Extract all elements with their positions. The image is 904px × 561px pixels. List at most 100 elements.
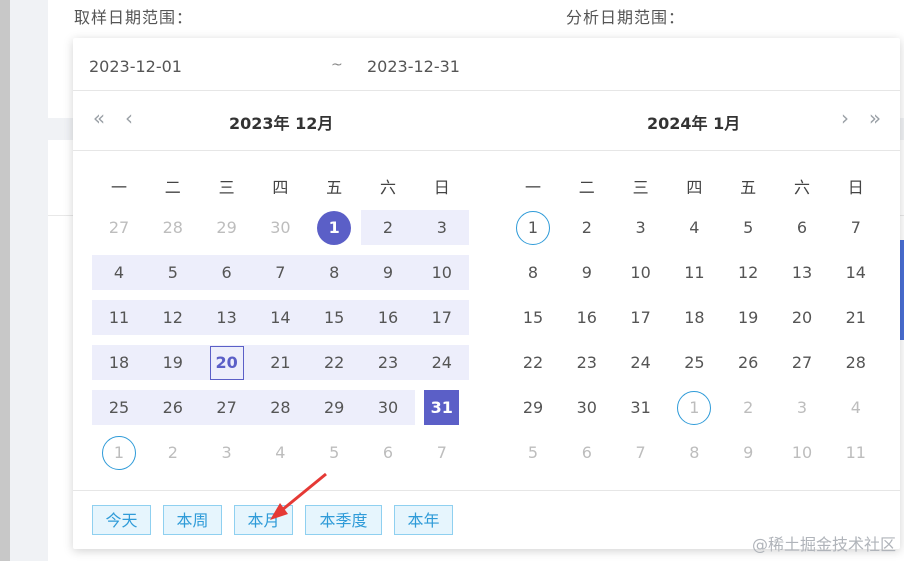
calendar-day[interactable]: 27 [200,390,254,425]
range-input[interactable]: 2023-12-01 ~ 2023-12-31 [73,38,900,91]
calendar-day[interactable]: 18 [92,345,146,380]
calendar-day[interactable]: 29 [506,390,560,425]
calendar-day[interactable]: 12 [146,300,200,335]
calendar-day[interactable]: 16 [560,300,614,335]
calendar-day[interactable]: 19 [721,300,775,335]
calendar-day[interactable]: 30 [253,210,307,245]
calendar-day[interactable]: 6 [200,255,254,290]
weekday-header: 四 [686,178,703,197]
calendar-day[interactable]: 14 [829,255,883,290]
calendar-day[interactable]: 21 [253,345,307,380]
calendar-day[interactable]: 8 [307,255,361,290]
next-month-icon[interactable]: › [835,108,855,128]
calendar-day[interactable]: 15 [307,300,361,335]
calendar-day[interactable]: 3 [614,210,668,245]
calendar-day[interactable]: 1 [92,435,146,470]
calendar-day[interactable]: 4 [667,210,721,245]
calendar-day[interactable]: 3 [200,435,254,470]
calendar-day[interactable]: 27 [775,345,829,380]
calendar-day[interactable]: 8 [506,255,560,290]
calendar-day[interactable]: 31 [614,390,668,425]
calendar-day[interactable]: 17 [415,300,469,335]
calendar-day[interactable]: 25 [92,390,146,425]
today-day[interactable]: 20 [200,345,254,380]
calendar-day[interactable]: 16 [361,300,415,335]
next-year-icon[interactable]: » [865,108,885,128]
calendar-day[interactable]: 6 [560,435,614,470]
calendar-day[interactable]: 21 [829,300,883,335]
calendar-day[interactable]: 17 [614,300,668,335]
calendar-day[interactable]: 24 [614,345,668,380]
calendar-day[interactable]: 2 [146,435,200,470]
calendar-day[interactable]: 23 [560,345,614,380]
calendar-day[interactable]: 23 [361,345,415,380]
calendar-day[interactable]: 7 [614,435,668,470]
calendar-day[interactable]: 26 [721,345,775,380]
calendar-day[interactable]: 7 [253,255,307,290]
calendar-day[interactable]: 14 [253,300,307,335]
calendar-day[interactable]: 22 [506,345,560,380]
calendar-day[interactable]: 4 [92,255,146,290]
start-date-input[interactable]: 2023-12-01 [89,57,182,76]
calendar-day[interactable]: 10 [415,255,469,290]
calendar-day[interactable]: 28 [829,345,883,380]
calendar-day[interactable]: 3 [775,390,829,425]
calendar-day[interactable]: 2 [721,390,775,425]
end-date-input[interactable]: 2023-12-31 [367,57,460,76]
calendar-day[interactable]: 11 [829,435,883,470]
preset-today-button[interactable]: 今天 [92,505,151,535]
calendar-day[interactable]: 1 [506,210,560,245]
preset-week-button[interactable]: 本周 [163,505,222,535]
prev-year-icon[interactable]: « [89,108,109,128]
preset-year-button[interactable]: 本年 [394,505,453,535]
weekday-header: 日 [847,178,864,197]
calendar-day[interactable]: 4 [253,435,307,470]
calendar-day[interactable]: 5 [506,435,560,470]
calendar-day[interactable]: 9 [560,255,614,290]
calendar-day[interactable]: 6 [361,435,415,470]
calendar-day[interactable]: 28 [146,210,200,245]
calendar-day[interactable]: 30 [560,390,614,425]
calendar-day[interactable]: 29 [200,210,254,245]
calendar-day[interactable]: 9 [721,435,775,470]
prev-month-icon[interactable]: ‹ [119,108,139,128]
calendar-day[interactable]: 7 [829,210,883,245]
calendar-day[interactable]: 27 [92,210,146,245]
range-end-day[interactable]: 31 [415,390,469,425]
calendar-day[interactable]: 11 [92,300,146,335]
preset-quarter-button[interactable]: 本季度 [305,505,382,535]
calendar-day[interactable]: 13 [775,255,829,290]
calendar-day[interactable]: 10 [775,435,829,470]
calendar-day[interactable]: 20 [775,300,829,335]
calendar-day[interactable]: 5 [721,210,775,245]
calendar-day[interactable]: 2 [560,210,614,245]
calendar-day[interactable]: 5 [307,435,361,470]
preset-month-button[interactable]: 本月 [234,505,293,535]
calendar-day[interactable]: 26 [146,390,200,425]
range-start-day[interactable]: 1 [307,210,361,245]
calendar-day[interactable]: 13 [200,300,254,335]
weekday-header: 五 [326,178,343,197]
calendar-day[interactable]: 4 [829,390,883,425]
calendar-day[interactable]: 3 [415,210,469,245]
calendar-day[interactable]: 5 [146,255,200,290]
calendar-day[interactable]: 19 [146,345,200,380]
calendar-day[interactable]: 9 [361,255,415,290]
calendar-day[interactable]: 11 [667,255,721,290]
calendar-day[interactable]: 15 [506,300,560,335]
calendar-day[interactable]: 7 [415,435,469,470]
calendar-day[interactable]: 22 [307,345,361,380]
calendar-day[interactable]: 1 [667,390,721,425]
calendar-day[interactable]: 30 [361,390,415,425]
calendar-day[interactable]: 10 [614,255,668,290]
calendar-day[interactable]: 28 [253,390,307,425]
calendar-day[interactable]: 12 [721,255,775,290]
calendar-day[interactable]: 18 [667,300,721,335]
calendar-day[interactable]: 2 [361,210,415,245]
calendar-day[interactable]: 6 [775,210,829,245]
calendar-day[interactable]: 24 [415,345,469,380]
calendar-day[interactable]: 29 [307,390,361,425]
calendar-day[interactable]: 8 [667,435,721,470]
calendar-day[interactable]: 25 [667,345,721,380]
weekday-header: 日 [433,178,450,197]
